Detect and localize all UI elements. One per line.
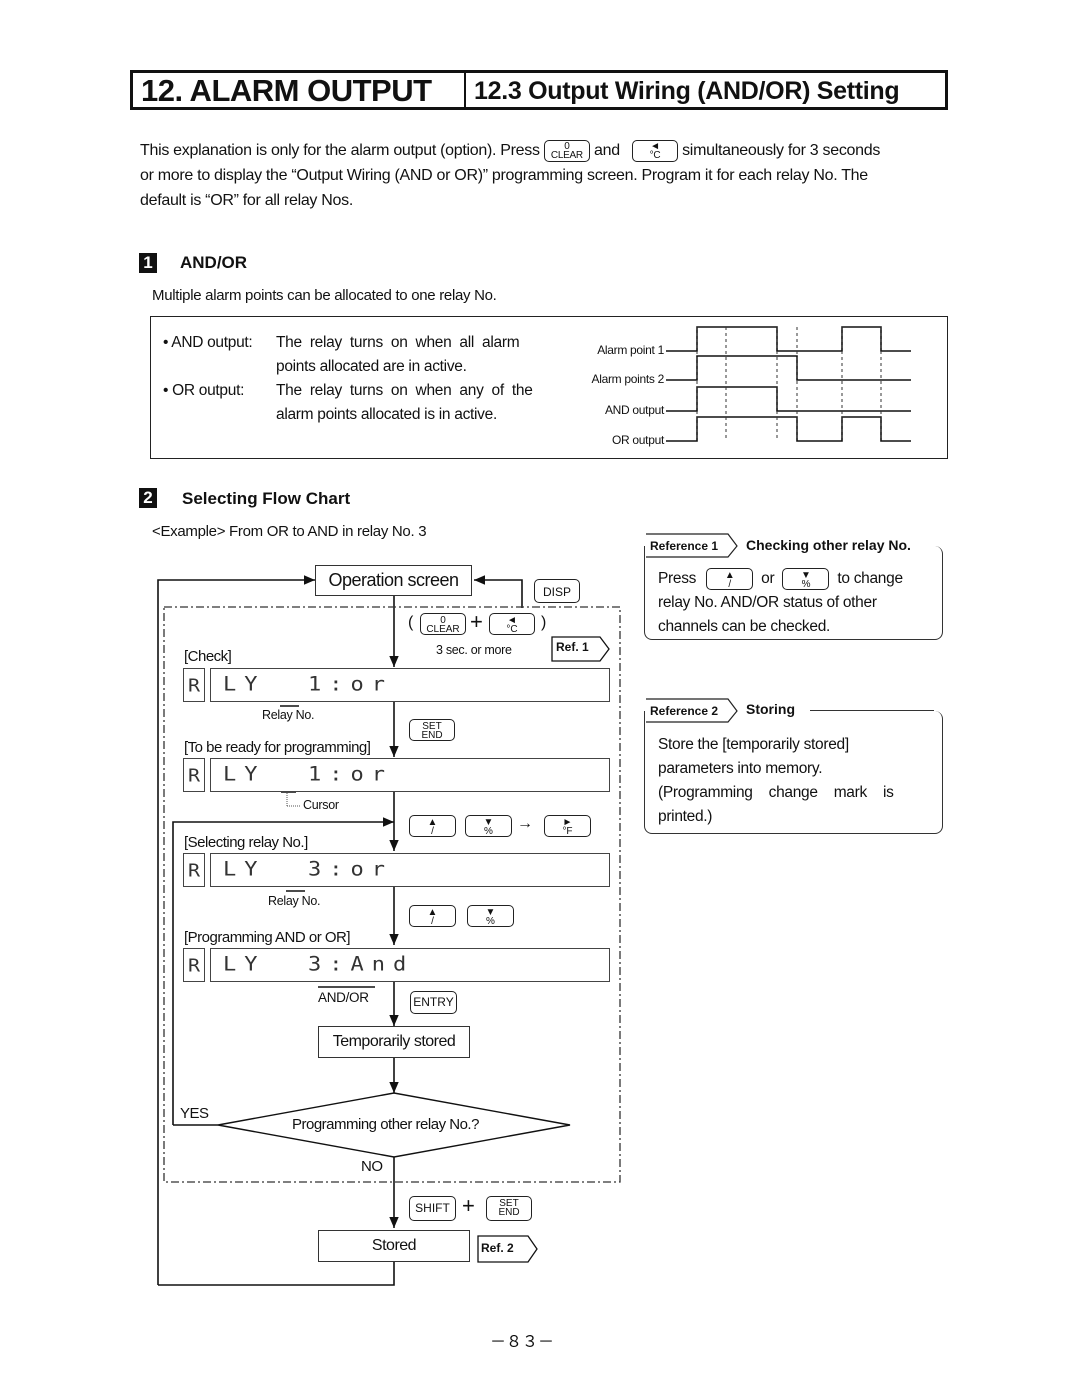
reference-2-line-3: (Programming change mark is (658, 784, 894, 801)
then-arrow: → (517, 815, 533, 832)
entry-key: ENTRY (410, 991, 457, 1014)
left-c-key: ◄ °C (489, 613, 535, 635)
clear-key: R0CLEAR (420, 613, 466, 635)
set-end-key: SET END (409, 719, 455, 741)
relay-no-label-2: Relay No. (268, 894, 321, 908)
lcd-indicator-4: R (183, 948, 205, 982)
lcd-indicator-2: R (183, 758, 205, 792)
reference-1-line-1: Press ▲ / or ▼% to change (658, 567, 903, 590)
right-f-key: ► °F (544, 815, 591, 837)
three-sec-label: 3 sec. or more (436, 643, 512, 657)
stored-box: Stored (318, 1230, 470, 1262)
up-key: ▲ / (409, 815, 456, 837)
plus-sign: + (470, 609, 483, 634)
paren-close: ) (541, 614, 547, 631)
lcd-display-check: LY 1:or (210, 668, 610, 702)
temporarily-stored-box: Temporarily stored (318, 1026, 470, 1058)
ref-1-label: Ref. 1 (556, 640, 589, 654)
cursor-label: Cursor (303, 798, 339, 812)
relay-no-label-1: Relay No. (262, 708, 315, 722)
select-relay-label: [Selecting relay No.] (184, 834, 308, 851)
reference-1-line-3: channels can be checked. (658, 618, 831, 635)
shift-key: SHIFT (409, 1196, 456, 1221)
down-key: ▼% (465, 815, 512, 837)
check-label: [Check] (184, 648, 232, 665)
paren-open: ( (408, 614, 414, 631)
reference-2-top-rule (810, 710, 934, 711)
reference-1-tag: Reference 1 (650, 539, 719, 553)
reference-2-title: Storing (746, 701, 795, 717)
page-number: －８３－ (490, 1332, 555, 1351)
lcd-display-select: LY 3:or (210, 853, 610, 887)
plus-sign-2: + (462, 1193, 475, 1218)
programming-label: [Programming AND or OR] (184, 929, 351, 946)
up-key-2: ▲ / (409, 905, 456, 927)
decision-question: Programming other relay No.? (292, 1116, 479, 1133)
reference-2-line-2: parameters into memory. (658, 760, 823, 777)
ready-label: [To be ready for programming] (184, 739, 371, 756)
lcd-indicator-3: R (183, 853, 205, 887)
reference-1-title: Checking other relay No. (746, 537, 911, 553)
ref-down-key: ▼% (782, 567, 830, 590)
set-end-key-2: SET END (486, 1196, 532, 1221)
reference-2-line-1: Store the [temporarily stored] (658, 736, 849, 753)
lcd-display-program: LY 3:And (210, 948, 610, 982)
down-key-2: ▼% (467, 905, 514, 927)
lcd-indicator-1: R (183, 668, 205, 702)
lcd-display-ready: LY 1:or (210, 758, 610, 792)
operation-screen-box: Operation screen (315, 565, 472, 596)
andor-label: AND/OR (318, 990, 369, 1005)
ref-up-key: ▲ / (706, 567, 754, 590)
yes-label: YES (180, 1105, 209, 1122)
no-label: NO (361, 1158, 383, 1175)
reference-1-line-2: relay No. AND/OR status of other (658, 594, 877, 611)
reference-2-tag: Reference 2 (650, 704, 719, 718)
ref-2-label: Ref. 2 (481, 1241, 514, 1255)
disp-key: DISP (534, 579, 580, 603)
reference-2-line-4: printed.) (658, 808, 713, 825)
